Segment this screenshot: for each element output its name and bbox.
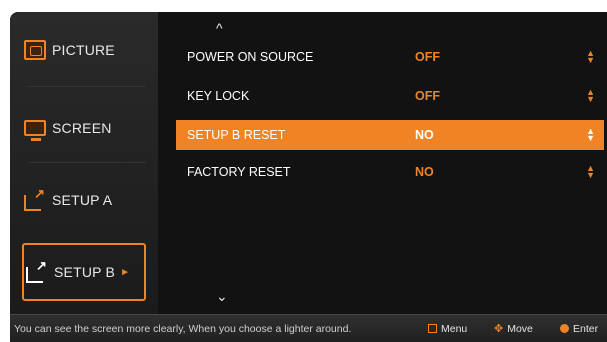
sidebar-item-label: SCREEN (52, 120, 112, 136)
scroll-down-icon[interactable]: ⌄ (216, 288, 228, 305)
help-bar: You can see the screen more clearly, Whe… (10, 314, 607, 342)
setting-label: POWER ON SOURCE (187, 50, 314, 64)
submenu-arrow-icon: ► (120, 266, 131, 278)
setting-value: OFF (415, 50, 440, 64)
sidebar-item-label: SETUP A (52, 192, 113, 208)
spinner-icon[interactable]: ▲ ▼ (586, 164, 595, 180)
move-key-hint: ✥ Move (494, 322, 533, 336)
divider (28, 86, 146, 87)
settings-panel: ^ POWER ON SOURCE OFF ▲ ▼ KEY LOCK OFF ▲ ▼… (158, 12, 607, 314)
sidebar-item-setup-a[interactable]: SETUP A (24, 172, 146, 228)
sidebar: PICTURE SCREEN SETUP A SETUP B ► (10, 12, 158, 314)
help-text: You can see the screen more clearly, Whe… (14, 322, 352, 335)
setting-row-setup-b-reset[interactable]: SETUP B RESET NO ▲ ▼ (176, 120, 604, 150)
menu-key-icon (428, 324, 437, 333)
divider (28, 162, 146, 163)
sidebar-item-label: PICTURE (52, 42, 115, 58)
setting-value: OFF (415, 89, 440, 103)
setting-label: KEY LOCK (187, 89, 250, 103)
enter-key-hint: Enter (560, 323, 598, 335)
setup-b-icon (26, 258, 48, 283)
setting-value: NO (415, 128, 434, 142)
screen-icon (24, 120, 46, 141)
enter-key-icon (560, 324, 569, 333)
setting-value: NO (415, 165, 434, 179)
setting-row-power-on-source[interactable]: POWER ON SOURCE OFF ▲ ▼ (176, 43, 604, 71)
sidebar-item-label: SETUP B (54, 264, 116, 280)
picture-icon (24, 40, 46, 60)
setting-label: SETUP B RESET (187, 128, 286, 142)
menu-key-hint: Menu (428, 323, 467, 335)
move-arrows-icon: ✥ (494, 323, 504, 335)
spinner-icon[interactable]: ▲ ▼ (586, 127, 595, 143)
sidebar-item-picture[interactable]: PICTURE (24, 22, 146, 78)
osd-menu: PICTURE SCREEN SETUP A SETUP B ► ^ POWER… (10, 12, 607, 342)
scroll-up-icon[interactable]: ^ (216, 20, 223, 36)
spinner-icon[interactable]: ▲ ▼ (586, 88, 595, 104)
spinner-icon[interactable]: ▲ ▼ (586, 49, 595, 65)
sidebar-item-setup-b[interactable]: SETUP B ► (22, 243, 146, 301)
sidebar-item-screen[interactable]: SCREEN (24, 100, 146, 156)
setting-row-factory-reset[interactable]: FACTORY RESET NO ▲ ▼ (176, 158, 604, 186)
setting-label: FACTORY RESET (187, 165, 291, 179)
setting-row-key-lock[interactable]: KEY LOCK OFF ▲ ▼ (176, 82, 604, 110)
setup-a-icon (24, 186, 46, 211)
